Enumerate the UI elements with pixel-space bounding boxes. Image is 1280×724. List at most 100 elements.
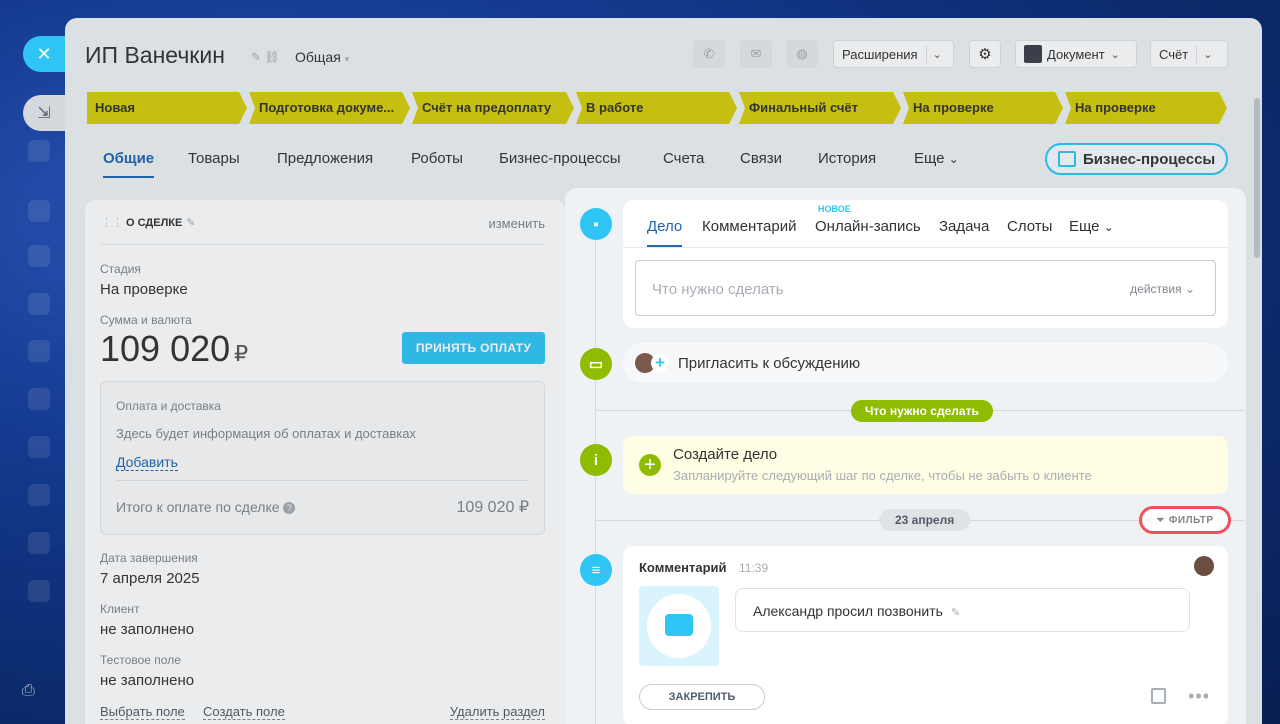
sidebar-icon[interactable]: [28, 245, 50, 267]
mail-icon[interactable]: ✉: [740, 40, 772, 68]
drag-handle-icon[interactable]: ⋮⋮: [101, 217, 123, 229]
phone-icon[interactable]: ✆: [693, 40, 725, 68]
tab-more[interactable]: Еще ⌄: [914, 150, 959, 167]
pin-button[interactable]: ЗАКРЕПИТЬ: [639, 684, 765, 710]
gear-icon: ⚙: [978, 46, 992, 63]
accept-payment-button[interactable]: ПРИНЯТЬ ОПЛАТУ: [402, 332, 545, 364]
avatar[interactable]: [1194, 556, 1214, 576]
stage-item[interactable]: Подготовка докуме...: [249, 92, 410, 124]
delete-section-link[interactable]: Удалить раздел: [449, 704, 545, 720]
message-icon: [665, 614, 693, 636]
tab-robots[interactable]: Роботы: [411, 150, 463, 167]
sidebar-icon[interactable]: [28, 436, 50, 458]
editor-tab-more[interactable]: Еще ⌄: [1069, 218, 1114, 235]
new-badge: НОВОЕ: [818, 204, 851, 214]
editor-tab-task[interactable]: Задача: [939, 218, 989, 235]
stage-item[interactable]: На проверке: [1065, 92, 1227, 124]
tab-links[interactable]: Связи: [740, 150, 782, 167]
todo-input[interactable]: Что нужно сделать действия ⌄: [635, 260, 1216, 316]
collapse-icon: ⇲: [37, 105, 51, 122]
minimize-slider-button[interactable]: ⇲: [23, 95, 65, 131]
document-icon: [1024, 45, 1042, 63]
todo-title: Создайте дело: [673, 446, 778, 463]
chat-icon: ▭: [580, 348, 612, 380]
select-field-link[interactable]: Выбрать поле: [100, 704, 185, 720]
stage-item[interactable]: Счёт на предоплату: [412, 92, 574, 124]
stage-item[interactable]: Новая: [87, 92, 247, 124]
activity-icon: ▪: [580, 208, 612, 240]
invite-to-discussion[interactable]: + Пригласить к обсуждению: [623, 343, 1228, 383]
client-value[interactable]: не заполнено: [100, 621, 194, 638]
sidebar-icon[interactable]: [28, 484, 50, 506]
title-edit-icons[interactable]: ✎ ⛓: [251, 50, 280, 64]
stage-item[interactable]: На проверке: [903, 92, 1063, 124]
page-title: ИП Ванечкин: [85, 42, 225, 68]
deal-info-card: ⋮⋮ О СДЕЛКЕ ✎ изменить Стадия На проверке …: [85, 200, 565, 724]
card-edit-link[interactable]: изменить: [488, 216, 545, 231]
sidebar-icon[interactable]: [28, 293, 50, 315]
settings-button[interactable]: ⚙: [969, 40, 1001, 68]
editor-tab-todo[interactable]: Дело: [647, 218, 683, 247]
tab-products[interactable]: Товары: [188, 150, 240, 167]
comment-text: Александр просил позвонить: [753, 603, 943, 619]
help-icon[interactable]: ?: [283, 502, 296, 515]
bp-button-label: Бизнес-процессы: [1083, 150, 1216, 168]
pencil-icon[interactable]: ✎: [186, 217, 195, 229]
note-icon[interactable]: [1151, 688, 1166, 704]
editor-tab-booking[interactable]: Онлайн-запись: [815, 218, 921, 235]
tab-invoices[interactable]: Счета: [663, 150, 704, 167]
close-slider-button[interactable]: ✕: [23, 36, 65, 72]
todo-input-placeholder: Что нужно сделать: [652, 281, 784, 298]
editor-tab-comment[interactable]: Комментарий: [702, 218, 796, 235]
editor-tab-slots[interactable]: Слоты: [1007, 218, 1052, 235]
tab-general[interactable]: Общие: [103, 150, 155, 178]
sidebar-icon[interactable]: [28, 140, 50, 162]
stage-item[interactable]: Финальный счёт: [739, 92, 901, 124]
chevron-down-icon: ▾: [344, 54, 350, 64]
todo-subtitle: Запланируйте следующий шаг по сделке, чт…: [673, 468, 1092, 483]
activity-editor: Дело Комментарий НОВОЕ Онлайн-запись Зад…: [623, 200, 1228, 328]
create-field-link[interactable]: Создать поле: [203, 704, 285, 720]
document-button[interactable]: Документ ⌄: [1015, 40, 1137, 68]
stage-item[interactable]: В работе: [576, 92, 737, 124]
stage-value[interactable]: На проверке: [100, 281, 188, 298]
pencil-icon[interactable]: ✎: [951, 607, 960, 619]
info-icon: i: [580, 444, 612, 476]
sidebar-icon[interactable]: [28, 340, 50, 362]
extensions-button[interactable]: Расширения ⌄: [833, 40, 954, 68]
comment-item: Комментарий 11:39 Александр просил позво…: [623, 546, 1228, 724]
sidebar-icon[interactable]: [28, 388, 50, 410]
tab-offers[interactable]: Предложения: [277, 150, 373, 167]
sum-value[interactable]: 109 020 ₽: [100, 328, 248, 370]
category-label: Общая: [295, 49, 341, 65]
sidebar-icon[interactable]: [28, 532, 50, 554]
sidebar-icon[interactable]: [28, 580, 50, 602]
close-date-value[interactable]: 7 апреля 2025: [100, 570, 200, 587]
invoice-label: Счёт: [1159, 46, 1189, 62]
extensions-label: Расширения: [842, 46, 918, 62]
comment-message[interactable]: Александр просил позвонить ✎: [735, 588, 1190, 632]
todo-section-pill: Что нужно сделать: [851, 400, 993, 422]
category-selector[interactable]: Общая ▾: [295, 49, 349, 65]
more-icon[interactable]: •••: [1188, 686, 1210, 707]
business-processes-button[interactable]: Бизнес-процессы: [1045, 143, 1228, 175]
create-todo-card[interactable]: + Создайте дело Запланируйте следующий ш…: [623, 436, 1228, 494]
add-payment-link[interactable]: Добавить: [116, 454, 178, 471]
sidebar-icon[interactable]: [28, 200, 50, 222]
scrollbar[interactable]: [1254, 98, 1260, 258]
comment-icon: ≡: [580, 554, 612, 586]
tab-history[interactable]: История: [818, 150, 876, 167]
payment-delivery-box: Оплата и доставка Здесь будет информация…: [100, 381, 545, 535]
close-date-label: Дата завершения: [100, 551, 198, 565]
timeline-panel: ▪ Дело Комментарий НОВОЕ Онлайн-запись З…: [565, 188, 1246, 724]
deal-slider: ИП Ванечкин ✎ ⛓ Общая ▾ ✆ ✉ ◍ Расширения…: [65, 18, 1262, 724]
chat-icon[interactable]: ◍: [786, 40, 818, 68]
card-header: ⋮⋮ О СДЕЛКЕ ✎: [101, 217, 196, 229]
invoice-button[interactable]: Счёт ⌄: [1150, 40, 1228, 68]
filter-button[interactable]: ⏷ ФИЛЬТР: [1139, 506, 1231, 534]
tab-business-processes[interactable]: Бизнес-процессы: [499, 150, 621, 167]
actions-dropdown[interactable]: действия ⌄: [1130, 282, 1195, 296]
add-icon[interactable]: +: [639, 454, 661, 476]
test-field-value[interactable]: не заполнено: [100, 672, 194, 689]
printer-icon[interactable]: ⎙: [22, 682, 44, 704]
